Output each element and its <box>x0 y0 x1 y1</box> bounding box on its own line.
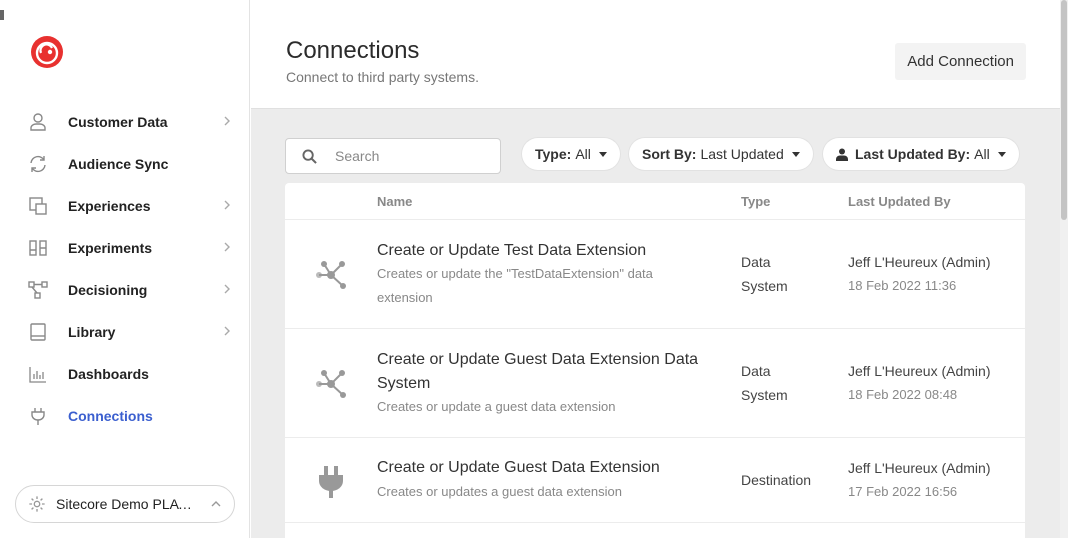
chevron-right-icon <box>224 326 230 336</box>
sidebar-item-label: Connections <box>68 408 153 424</box>
chevron-up-icon <box>211 501 221 507</box>
sort-filter-value: Last Updated <box>700 146 784 162</box>
caret-down-icon <box>598 151 607 157</box>
window-corner-mark <box>0 10 4 20</box>
table-header: Name Type Last Updated By <box>285 183 1025 220</box>
sidebar-item-decisioning[interactable]: Decisioning <box>0 269 250 311</box>
row-description: Creates or update a guest data extension <box>377 399 616 414</box>
gear-icon <box>29 496 45 512</box>
add-connection-button[interactable]: Add Connection <box>895 43 1026 80</box>
plug-icon <box>28 406 48 426</box>
row-updated-date: 18 Feb 2022 11:36 <box>848 278 957 293</box>
row-description: Creates or updates a guest data extensio… <box>377 484 622 499</box>
sidebar-item-dashboards[interactable]: Dashboards <box>0 353 250 395</box>
chevron-right-icon <box>224 116 230 126</box>
sidebar-item-label: Decisioning <box>68 282 148 298</box>
content-area: Type: All Sort By: Last Updated Last Upd… <box>251 109 1060 543</box>
column-header-updated-by[interactable]: Last Updated By <box>848 194 951 209</box>
sidebar-item-customer-data[interactable]: Customer Data <box>0 101 250 143</box>
row-description: Creates or update the "TestDataExtension… <box>377 266 653 305</box>
updated-by-filter[interactable]: Last Updated By: All <box>823 138 1019 170</box>
dashboards-icon <box>28 364 48 384</box>
row-updated-by: Jeff L'Heureux (Admin) <box>848 363 991 379</box>
table-row[interactable]: Create or Update Test Data Extension Cre… <box>285 220 1025 329</box>
column-header-name[interactable]: Name <box>377 194 412 209</box>
caret-down-icon <box>791 151 800 157</box>
row-name[interactable]: Create or Update Guest Data Extension Da… <box>377 348 717 396</box>
sidebar-item-label: Customer Data <box>68 114 168 130</box>
plug-icon <box>319 466 343 498</box>
sidebar-item-experiments[interactable]: Experiments <box>0 227 250 269</box>
experiments-icon <box>28 238 48 258</box>
sitecore-logo[interactable] <box>30 35 64 69</box>
table-row[interactable]: Create or Update Guest Data Extension Da… <box>285 329 1025 438</box>
library-icon <box>28 322 48 342</box>
person-icon <box>28 112 48 132</box>
page-subtitle: Connect to third party systems. <box>286 69 479 85</box>
updated-by-filter-value: All <box>974 146 990 162</box>
connections-table: Name Type Last Updated By Create or Upda… <box>285 183 1025 543</box>
sort-filter[interactable]: Sort By: Last Updated <box>629 138 813 170</box>
page-title: Connections <box>286 37 420 64</box>
experiences-icon <box>28 196 48 216</box>
chevron-right-icon <box>224 242 230 252</box>
workspace-selector[interactable]: Sitecore Demo PLAY! ... <box>15 485 235 523</box>
decisioning-icon <box>28 280 48 300</box>
sidebar-item-label: Experiments <box>68 240 153 256</box>
search-icon <box>302 148 317 164</box>
sidebar-item-label: Experiences <box>68 198 151 214</box>
sidebar-item-experiences[interactable]: Experiences <box>0 185 250 227</box>
chevron-right-icon <box>224 200 230 210</box>
row-updated-by: Jeff L'Heureux (Admin) <box>848 460 991 476</box>
table-row[interactable]: Create or Update Guest Data Extension Cr… <box>285 438 1025 523</box>
sidebar-nav: Customer Data Audience Sync Experiences … <box>0 101 250 437</box>
search-box[interactable] <box>285 138 501 174</box>
data-system-icon <box>316 261 346 289</box>
type-filter[interactable]: Type: All <box>522 138 620 170</box>
sidebar-item-label: Audience Sync <box>68 156 169 172</box>
page-header: Connections Connect to third party syste… <box>251 0 1060 109</box>
column-header-type[interactable]: Type <box>741 194 770 209</box>
sort-filter-key: Sort By: <box>642 146 697 162</box>
sidebar-item-audience-sync[interactable]: Audience Sync <box>0 143 250 185</box>
updated-by-filter-key: Last Updated By: <box>855 146 971 162</box>
sidebar-item-label: Dashboards <box>68 366 149 382</box>
row-updated-date: 18 Feb 2022 08:48 <box>848 387 958 402</box>
scrollbar-thumb[interactable] <box>1061 0 1067 220</box>
workspace-label: Sitecore Demo PLAY! ... <box>56 496 201 512</box>
person-icon <box>836 148 848 161</box>
row-type: Destination <box>741 472 812 488</box>
search-input[interactable] <box>333 147 487 165</box>
sidebar-item-connections[interactable]: Connections <box>0 395 250 437</box>
row-type: Data System <box>741 254 788 294</box>
type-filter-key: Type: <box>535 146 572 162</box>
page-scrollbar[interactable] <box>1060 0 1068 538</box>
data-system-icon <box>316 370 346 398</box>
sidebar-item-library[interactable]: Library <box>0 311 250 353</box>
row-updated-by: Jeff L'Heureux (Admin) <box>848 254 991 270</box>
caret-down-icon <box>997 151 1006 157</box>
row-name[interactable]: Create or Update Test Data Extension <box>377 239 717 263</box>
sync-icon <box>28 154 48 174</box>
row-name[interactable]: Create or Update Guest Data Extension <box>377 456 717 480</box>
row-type: Data System <box>741 363 788 403</box>
chevron-right-icon <box>224 284 230 294</box>
type-filter-value: All <box>575 146 591 162</box>
sidebar: Customer Data Audience Sync Experiences … <box>0 0 250 538</box>
sidebar-item-label: Library <box>68 324 116 340</box>
row-updated-date: 17 Feb 2022 16:56 <box>848 484 958 499</box>
